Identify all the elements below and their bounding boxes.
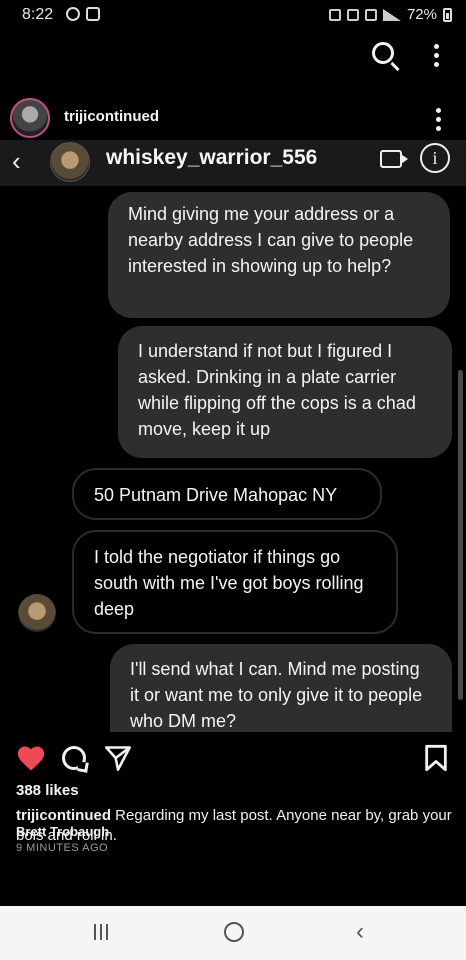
- dm-username: whiskey_warrior_556: [106, 146, 318, 169]
- search-icon[interactable]: [372, 42, 394, 64]
- message-bubble: Mind giving me your address or a nearby …: [108, 192, 450, 318]
- chevron-left-icon[interactable]: ‹: [356, 918, 364, 946]
- likes-count[interactable]: 388 likes: [16, 782, 79, 799]
- dm-avatar: [50, 142, 90, 182]
- wifi-icon: [364, 8, 377, 21]
- status-time: 8:22: [22, 6, 54, 23]
- paper-plane-icon[interactable]: [104, 744, 132, 772]
- mute-icon: [346, 8, 359, 21]
- bookmark-icon[interactable]: [424, 744, 448, 772]
- status-right: 72%: [328, 6, 452, 23]
- notification-icons: [66, 7, 100, 21]
- comment-icon[interactable]: [62, 746, 86, 770]
- post-username[interactable]: trijicontinued: [64, 108, 159, 125]
- alarm-icon: [328, 8, 341, 21]
- system-nav-bar: ‹: [0, 906, 466, 960]
- signal-icon: [382, 8, 401, 21]
- post-actions: [0, 738, 466, 778]
- message-bubble: I'll send what I can. Mind me posting it…: [110, 644, 452, 732]
- scrollbar: [458, 370, 463, 700]
- recents-icon[interactable]: [94, 924, 108, 940]
- post-image[interactable]: ‹ whiskey_warrior_556 i Mind giving me y…: [0, 140, 466, 732]
- message-bubble: I told the negotiator if things go south…: [72, 530, 398, 634]
- status-bar: 8:22 72%: [0, 0, 466, 30]
- message-bubble: I understand if not but I figured I aske…: [118, 326, 452, 458]
- overlay-name: Brett Trobaugh: [16, 824, 110, 839]
- image-notification-icon: [86, 7, 100, 21]
- more-options-icon[interactable]: [434, 44, 440, 67]
- battery-icon: [443, 7, 452, 22]
- caption-username[interactable]: trijicontinued: [16, 807, 111, 824]
- home-icon[interactable]: [224, 922, 244, 942]
- info-icon: i: [420, 143, 450, 173]
- top-app-bar: [0, 32, 466, 82]
- message-bubble: 50 Putnam Drive Mahopac NY: [72, 468, 382, 520]
- video-call-icon: [380, 150, 408, 168]
- facebook-notification-icon: [66, 7, 80, 21]
- post-options-icon[interactable]: [436, 108, 442, 131]
- sender-avatar: [18, 594, 56, 632]
- dm-header: ‹ whiskey_warrior_556 i: [0, 140, 466, 186]
- post-header: trijicontinued: [0, 94, 466, 140]
- post-timestamp: 9 MINUTES AGO: [16, 842, 109, 854]
- heart-icon[interactable]: [16, 744, 46, 772]
- battery-percent: 72%: [406, 6, 437, 23]
- chevron-left-icon: ‹: [12, 146, 21, 176]
- post-author-avatar[interactable]: [10, 98, 50, 138]
